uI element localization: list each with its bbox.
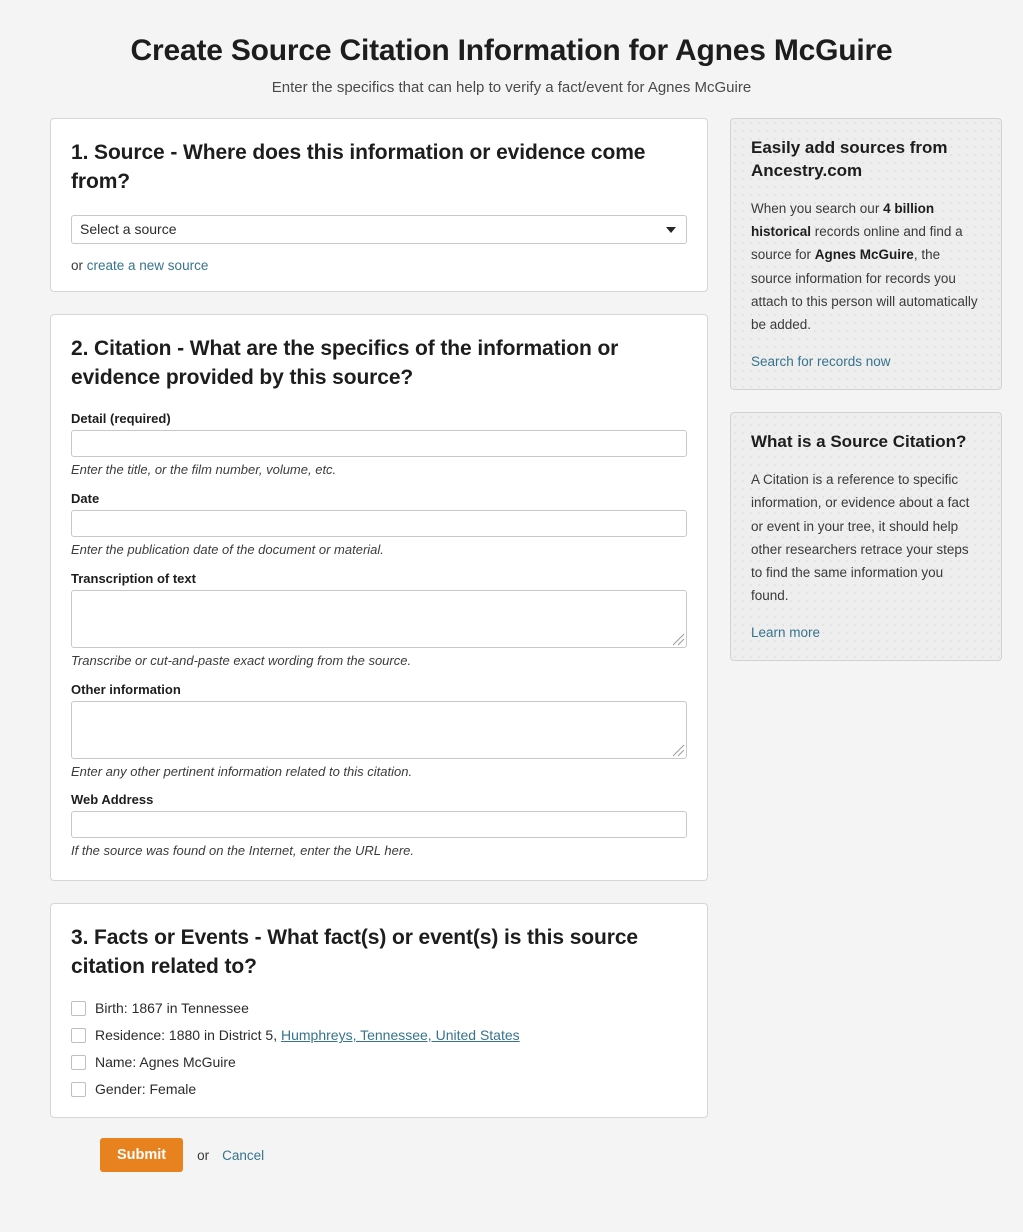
other-info-textarea-wrapper <box>71 700 687 759</box>
transcription-field-group: Transcription of text Transcribe or cut-… <box>71 571 687 670</box>
date-field-group: Date Enter the publication date of the d… <box>71 491 687 559</box>
other-info-textarea[interactable] <box>71 700 687 759</box>
or-prefix-text: or <box>71 257 87 273</box>
fact-label-residence: Residence: 1880 in District 5, Humphreys… <box>95 1027 520 1043</box>
search-records-link[interactable]: Search for records now <box>751 354 981 369</box>
fact-checkbox-birth[interactable] <box>71 1000 86 1016</box>
fact-checkbox-row[interactable]: Birth: 1867 in Tennessee <box>71 1000 687 1016</box>
ancestry-card-body: When you search our 4 billion historical… <box>751 197 981 336</box>
submit-button[interactable]: Submit <box>100 1138 184 1173</box>
fact-text: Name: Agnes McGuire <box>95 1054 236 1071</box>
citation-section-heading: 2. Citation - What are the specifics of … <box>71 336 619 389</box>
source-section-card: 1. Source - Where does this information … <box>50 118 708 292</box>
citation-card-body: A Citation is a reference to specific in… <box>751 472 970 604</box>
fact-label-birth: Birth: 1867 in Tennessee <box>95 1000 249 1016</box>
citation-card-title: What is a Source Citation? <box>751 432 967 452</box>
ancestry-bold-person-name: Agnes McGuire <box>814 247 914 263</box>
transcription-hint: Transcribe or cut-and-paste exact wordin… <box>71 652 412 668</box>
ancestry-info-card: Easily add sources from Ancestry.com Whe… <box>730 118 1002 391</box>
citation-form-page: Create Source Citation Information for A… <box>0 0 1023 1232</box>
page-subtitle: Enter the specifics that can help to ver… <box>271 79 752 96</box>
fact-label-name: Name: Agnes McGuire <box>95 1054 236 1070</box>
date-input[interactable] <box>71 509 687 537</box>
page-title: Create Source Citation Information for A… <box>130 34 893 67</box>
date-hint: Enter the publication date of the docume… <box>71 541 384 557</box>
main-column: 1. Source - Where does this information … <box>50 118 708 1173</box>
ancestry-body-part-1: When you search our <box>751 200 884 216</box>
transcription-textarea-wrapper <box>71 589 687 648</box>
learn-more-link[interactable]: Learn more <box>751 625 981 640</box>
fact-checkbox-row[interactable]: Residence: 1880 in District 5, Humphreys… <box>71 1027 687 1043</box>
source-select-wrapper[interactable]: Select a source <box>71 214 687 244</box>
transcription-textarea[interactable] <box>71 589 687 648</box>
detail-label: Detail (required) <box>71 410 171 426</box>
form-footer: Submit or Cancel <box>50 1138 708 1173</box>
citation-section-card: 2. Citation - What are the specifics of … <box>50 313 708 882</box>
detail-hint: Enter the title, or the film number, vol… <box>71 461 337 477</box>
transcription-label: Transcription of text <box>71 570 196 586</box>
page-header: Create Source Citation Information for A… <box>0 0 1023 96</box>
sidebar-column: Easily add sources from Ancestry.com Whe… <box>730 118 1002 683</box>
web-address-label: Web Address <box>71 792 154 808</box>
source-select[interactable]: Select a source <box>71 214 687 244</box>
facts-section-heading: 3. Facts or Events - What fact(s) or eve… <box>71 926 638 979</box>
fact-checkbox-residence[interactable] <box>71 1027 86 1043</box>
fact-text: Gender: Female <box>95 1081 197 1098</box>
source-section-heading: 1. Source - Where does this information … <box>71 141 646 193</box>
web-address-input[interactable] <box>71 811 687 839</box>
date-label: Date <box>71 490 100 506</box>
cancel-link[interactable]: Cancel <box>222 1148 264 1163</box>
create-new-source-link[interactable]: create a new source <box>87 258 209 273</box>
detail-input[interactable] <box>71 429 687 457</box>
web-address-hint: If the source was found on the Internet,… <box>71 843 415 859</box>
other-info-hint: Enter any other pertinent information re… <box>71 763 413 779</box>
fact-label-gender: Gender: Female <box>95 1081 196 1097</box>
create-source-line: or create a new source <box>71 258 687 273</box>
fact-text: Birth: 1867 in Tennessee <box>95 1000 249 1017</box>
fact-text: Residence: 1880 in District 5, <box>95 1027 281 1044</box>
fact-checkbox-row[interactable]: Name: Agnes McGuire <box>71 1054 687 1070</box>
fact-place-link[interactable]: Humphreys, Tennessee, United States <box>281 1027 520 1043</box>
other-info-field-group: Other information Enter any other pertin… <box>71 682 687 781</box>
detail-field-group: Detail (required) Enter the title, or th… <box>71 411 687 479</box>
other-info-label: Other information <box>71 681 181 697</box>
facts-section-card: 3. Facts or Events - What fact(s) or eve… <box>50 903 708 1119</box>
footer-or-text: or <box>197 1147 210 1163</box>
ancestry-card-title: Easily add sources from Ancestry.com <box>751 138 948 180</box>
web-address-field-group: Web Address If the source was found on t… <box>71 792 687 860</box>
fact-checkbox-row[interactable]: Gender: Female <box>71 1081 687 1097</box>
source-citation-info-card: What is a Source Citation? A Citation is… <box>730 412 1002 662</box>
main-layout: 1. Source - Where does this information … <box>0 96 1023 1173</box>
fact-checkbox-name[interactable] <box>71 1054 86 1070</box>
fact-checkbox-gender[interactable] <box>71 1081 86 1097</box>
